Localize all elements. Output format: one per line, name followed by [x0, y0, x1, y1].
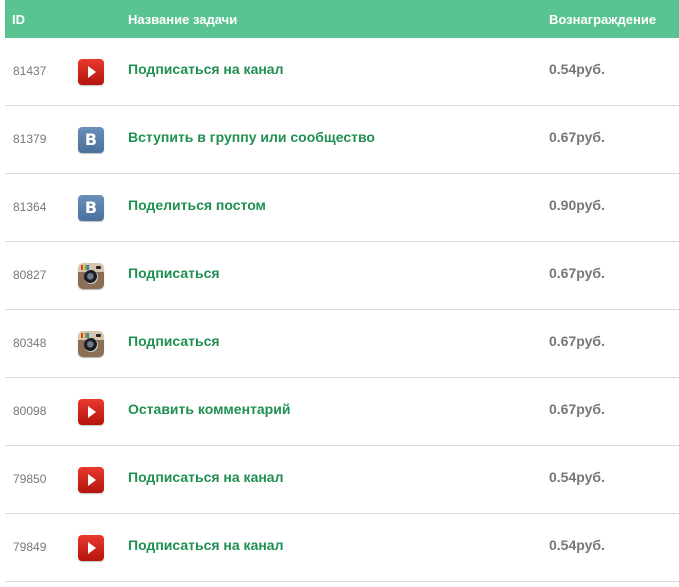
task-name-link[interactable]: Подписаться [128, 333, 220, 349]
task-id: 81379 [13, 132, 47, 146]
youtube-icon [78, 59, 104, 85]
column-header-task-name: Название задачи [128, 12, 238, 27]
task-id: 81437 [13, 64, 47, 78]
youtube-icon [78, 535, 104, 561]
task-name-link[interactable]: Оставить комментарий [128, 401, 290, 417]
table-row[interactable]: 79850 Подписаться на канал 0.54руб. [5, 446, 679, 514]
task-name-link[interactable]: Подписаться [128, 265, 220, 281]
table-row[interactable]: 81437 Подписаться на канал 0.54руб. [5, 38, 679, 106]
task-id: 81364 [13, 200, 47, 214]
table-row[interactable]: 81364 B Поделиться постом 0.90руб. [5, 174, 679, 242]
task-name-link[interactable]: Подписаться на канал [128, 61, 284, 77]
table-row[interactable]: 80827 Подписаться 0.67руб. [5, 242, 679, 310]
youtube-icon [78, 467, 104, 493]
task-reward: 0.90руб. [549, 197, 605, 213]
task-name-link[interactable]: Подписаться на канал [128, 469, 284, 485]
column-header-reward: Вознаграждение [549, 12, 657, 27]
task-reward: 0.67руб. [549, 129, 605, 145]
task-reward: 0.67руб. [549, 401, 605, 417]
task-name-link[interactable]: Вступить в группу или сообщество [128, 129, 375, 145]
vk-icon: B [78, 127, 104, 153]
task-id: 80348 [13, 336, 47, 350]
vk-icon: B [78, 195, 104, 221]
task-reward: 0.54руб. [549, 537, 605, 553]
task-table: ID Название задачи Вознаграждение 81437 … [5, 0, 679, 582]
task-id: 80098 [13, 404, 47, 418]
instagram-icon [78, 263, 104, 289]
task-id: 80827 [13, 268, 47, 282]
table-row[interactable]: 80348 Подписаться 0.67руб. [5, 310, 679, 378]
task-id: 79850 [13, 472, 47, 486]
task-id: 79849 [13, 540, 47, 554]
table-row[interactable]: 80098 Оставить комментарий 0.67руб. [5, 378, 679, 446]
task-reward: 0.67руб. [549, 333, 605, 349]
table-header: ID Название задачи Вознаграждение [5, 0, 679, 38]
task-reward: 0.67руб. [549, 265, 605, 281]
youtube-icon [78, 399, 104, 425]
instagram-icon [78, 331, 104, 357]
task-reward: 0.54руб. [549, 61, 605, 77]
table-row[interactable]: 81379 B Вступить в группу или сообщество… [5, 106, 679, 174]
table-row[interactable]: 79849 Подписаться на канал 0.54руб. [5, 514, 679, 582]
column-header-id: ID [12, 12, 25, 27]
task-reward: 0.54руб. [549, 469, 605, 485]
task-name-link[interactable]: Поделиться постом [128, 197, 266, 213]
task-name-link[interactable]: Подписаться на канал [128, 537, 284, 553]
